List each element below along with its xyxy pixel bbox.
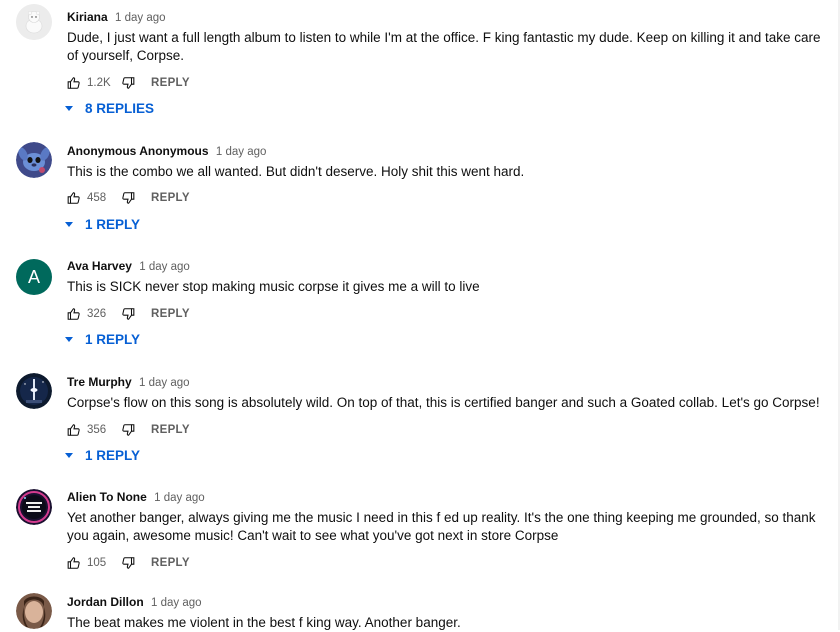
comment-header: Kiriana 1 day ago <box>67 10 166 24</box>
comment-time[interactable]: 1 day ago <box>115 12 166 24</box>
comment-actions: 105 REPLY <box>67 553 190 573</box>
thumbs-up-icon[interactable] <box>67 423 81 437</box>
comment-actions: 1.2K REPLY <box>67 73 190 93</box>
comment-text: The beat makes me violent in the best f … <box>67 615 461 630</box>
comment-text: This is the combo we all wanted. But did… <box>67 164 525 179</box>
reply-button[interactable]: REPLY <box>151 192 190 204</box>
comment-author[interactable]: Jordan Dillon <box>67 595 144 609</box>
view-replies-button[interactable]: 1 REPLY <box>65 448 140 463</box>
caret-down-icon <box>65 106 73 111</box>
comment-time[interactable]: 1 day ago <box>139 377 190 389</box>
comment-author[interactable]: Kiriana <box>67 10 108 24</box>
reply-button[interactable]: REPLY <box>151 308 190 320</box>
person-photo-avatar[interactable] <box>16 593 52 629</box>
like-count: 1.2K <box>87 77 111 89</box>
thumbs-up-icon[interactable] <box>67 191 81 205</box>
thumbs-up-icon[interactable] <box>67 307 81 321</box>
replies-label: 1 REPLY <box>85 332 141 347</box>
comment-header: Tre Murphy 1 day ago <box>67 375 190 389</box>
comment-text: Corpse's flow on this song is absolutely… <box>67 395 820 410</box>
like-count: 458 <box>87 192 107 204</box>
replies-label: 8 REPLIES <box>85 101 155 116</box>
view-replies-button[interactable]: 1 REPLY <box>65 332 140 347</box>
comment-author[interactable]: Alien To None <box>67 490 147 504</box>
like-count: 105 <box>87 557 107 569</box>
comment-actions: 326 REPLY <box>67 304 190 324</box>
thumbs-down-icon[interactable] <box>121 191 135 205</box>
thumbs-down-icon[interactable] <box>121 556 135 570</box>
alien-logo-avatar[interactable] <box>16 489 52 525</box>
tower-night-avatar[interactable] <box>16 373 52 409</box>
thumbs-down-icon[interactable] <box>121 307 135 321</box>
comment-header: Jordan Dillon 1 day ago <box>67 595 202 609</box>
comment-actions: 356 REPLY <box>67 420 190 440</box>
stitch-avatar[interactable] <box>16 142 52 178</box>
thumbs-up-icon[interactable] <box>67 556 81 570</box>
comment-actions: 458 REPLY <box>67 188 190 208</box>
reply-button[interactable]: REPLY <box>151 424 190 436</box>
view-replies-button[interactable]: 1 REPLY <box>65 217 140 232</box>
thumbs-down-icon[interactable] <box>121 76 135 90</box>
comment-header: Ava Harvey 1 day ago <box>67 259 190 273</box>
comment-text: Dude, I just want a full length album to… <box>67 30 821 63</box>
letter-avatar[interactable]: A <box>16 259 52 295</box>
replies-label: 1 REPLY <box>85 448 141 463</box>
comment-header: Anonymous Anonymous 1 day ago <box>67 144 266 158</box>
comment-time[interactable]: 1 day ago <box>216 146 267 158</box>
replies-label: 1 REPLY <box>85 217 141 232</box>
caret-down-icon <box>65 222 73 227</box>
comment-time[interactable]: 1 day ago <box>139 261 190 273</box>
caret-down-icon <box>65 337 73 342</box>
polar-bear-avatar[interactable] <box>16 4 52 40</box>
reply-button[interactable]: REPLY <box>151 77 190 89</box>
caret-down-icon <box>65 453 73 458</box>
comment-time[interactable]: 1 day ago <box>151 597 202 609</box>
comment-author[interactable]: Anonymous Anonymous <box>67 144 209 158</box>
avatar-letter: A <box>27 266 40 287</box>
reply-button[interactable]: REPLY <box>151 557 190 569</box>
comment-time[interactable]: 1 day ago <box>154 492 205 504</box>
comment-text: Yet another banger, always giving me the… <box>67 510 816 543</box>
like-count: 326 <box>87 308 107 320</box>
thumbs-down-icon[interactable] <box>121 423 135 437</box>
comment-header: Alien To None 1 day ago <box>67 490 205 504</box>
comment-author[interactable]: Ava Harvey <box>67 259 132 273</box>
comment-author[interactable]: Tre Murphy <box>67 375 132 389</box>
view-replies-button[interactable]: 8 REPLIES <box>65 101 154 116</box>
comment-text: This is SICK never stop making music cor… <box>67 279 480 294</box>
thumbs-up-icon[interactable] <box>67 76 81 90</box>
like-count: 356 <box>87 424 107 436</box>
